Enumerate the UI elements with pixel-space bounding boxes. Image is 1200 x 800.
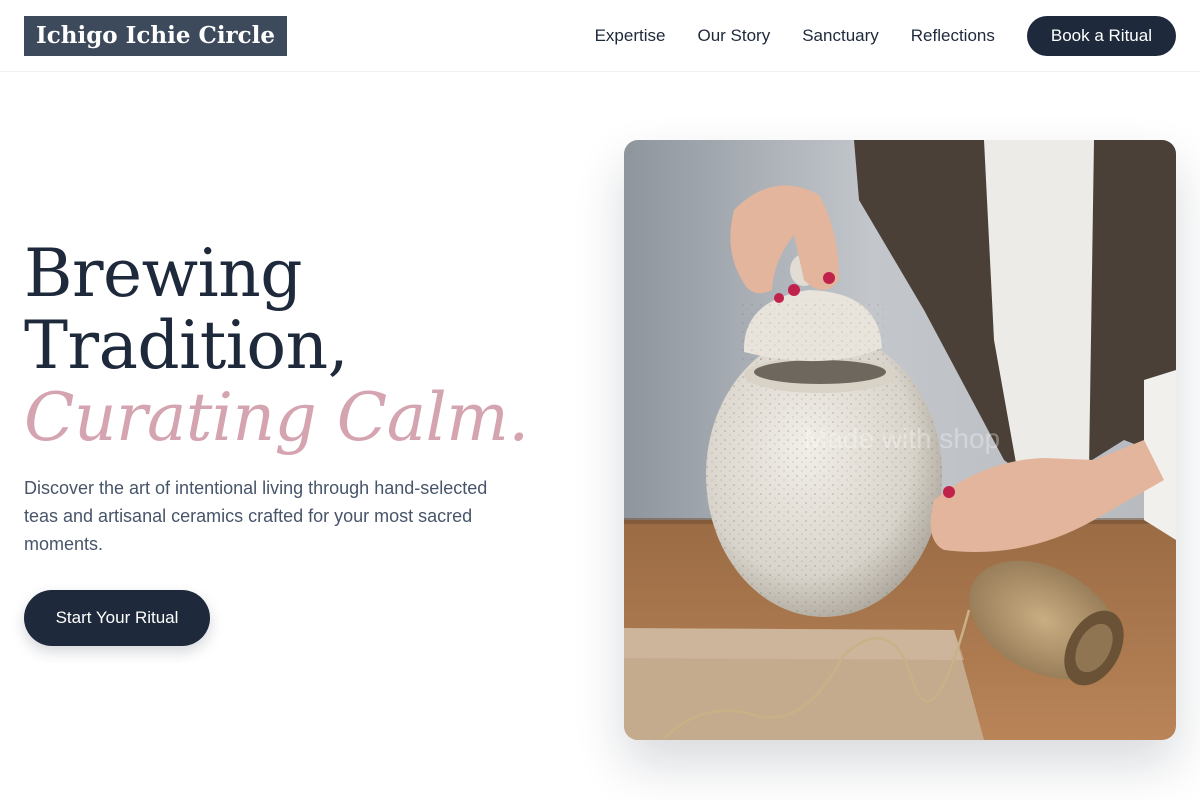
main-nav: Expertise Our Story Sanctuary Reflection… (595, 0, 1176, 72)
book-ritual-button[interactable]: Book a Ritual (1026, 16, 1176, 56)
hero-title-line1: Brewing (24, 235, 302, 312)
start-ritual-button[interactable]: Start Your Ritual (24, 590, 210, 646)
nav-link-sanctuary[interactable]: Sanctuary (802, 26, 879, 46)
nav-link-reflections[interactable]: Reflections (911, 26, 995, 46)
hero-title: Brewing Tradition, Curating Calm. (24, 238, 529, 454)
hero-subtitle: Discover the art of intentional living t… (24, 478, 488, 554)
nav-link-our-story[interactable]: Our Story (697, 26, 770, 46)
hero-title-accent: Curating Calm. (24, 379, 529, 456)
site-header: Ichigo Ichie Circle Expertise Our Story … (0, 0, 1200, 72)
brand-logo[interactable]: Ichigo Ichie Circle (24, 16, 288, 56)
hero-title-line2: Tradition, (24, 307, 349, 384)
nav-link-expertise[interactable]: Expertise (595, 26, 666, 46)
image-watermark: Made with shop (804, 423, 1001, 454)
hero-image: Made with shop (624, 140, 1176, 740)
